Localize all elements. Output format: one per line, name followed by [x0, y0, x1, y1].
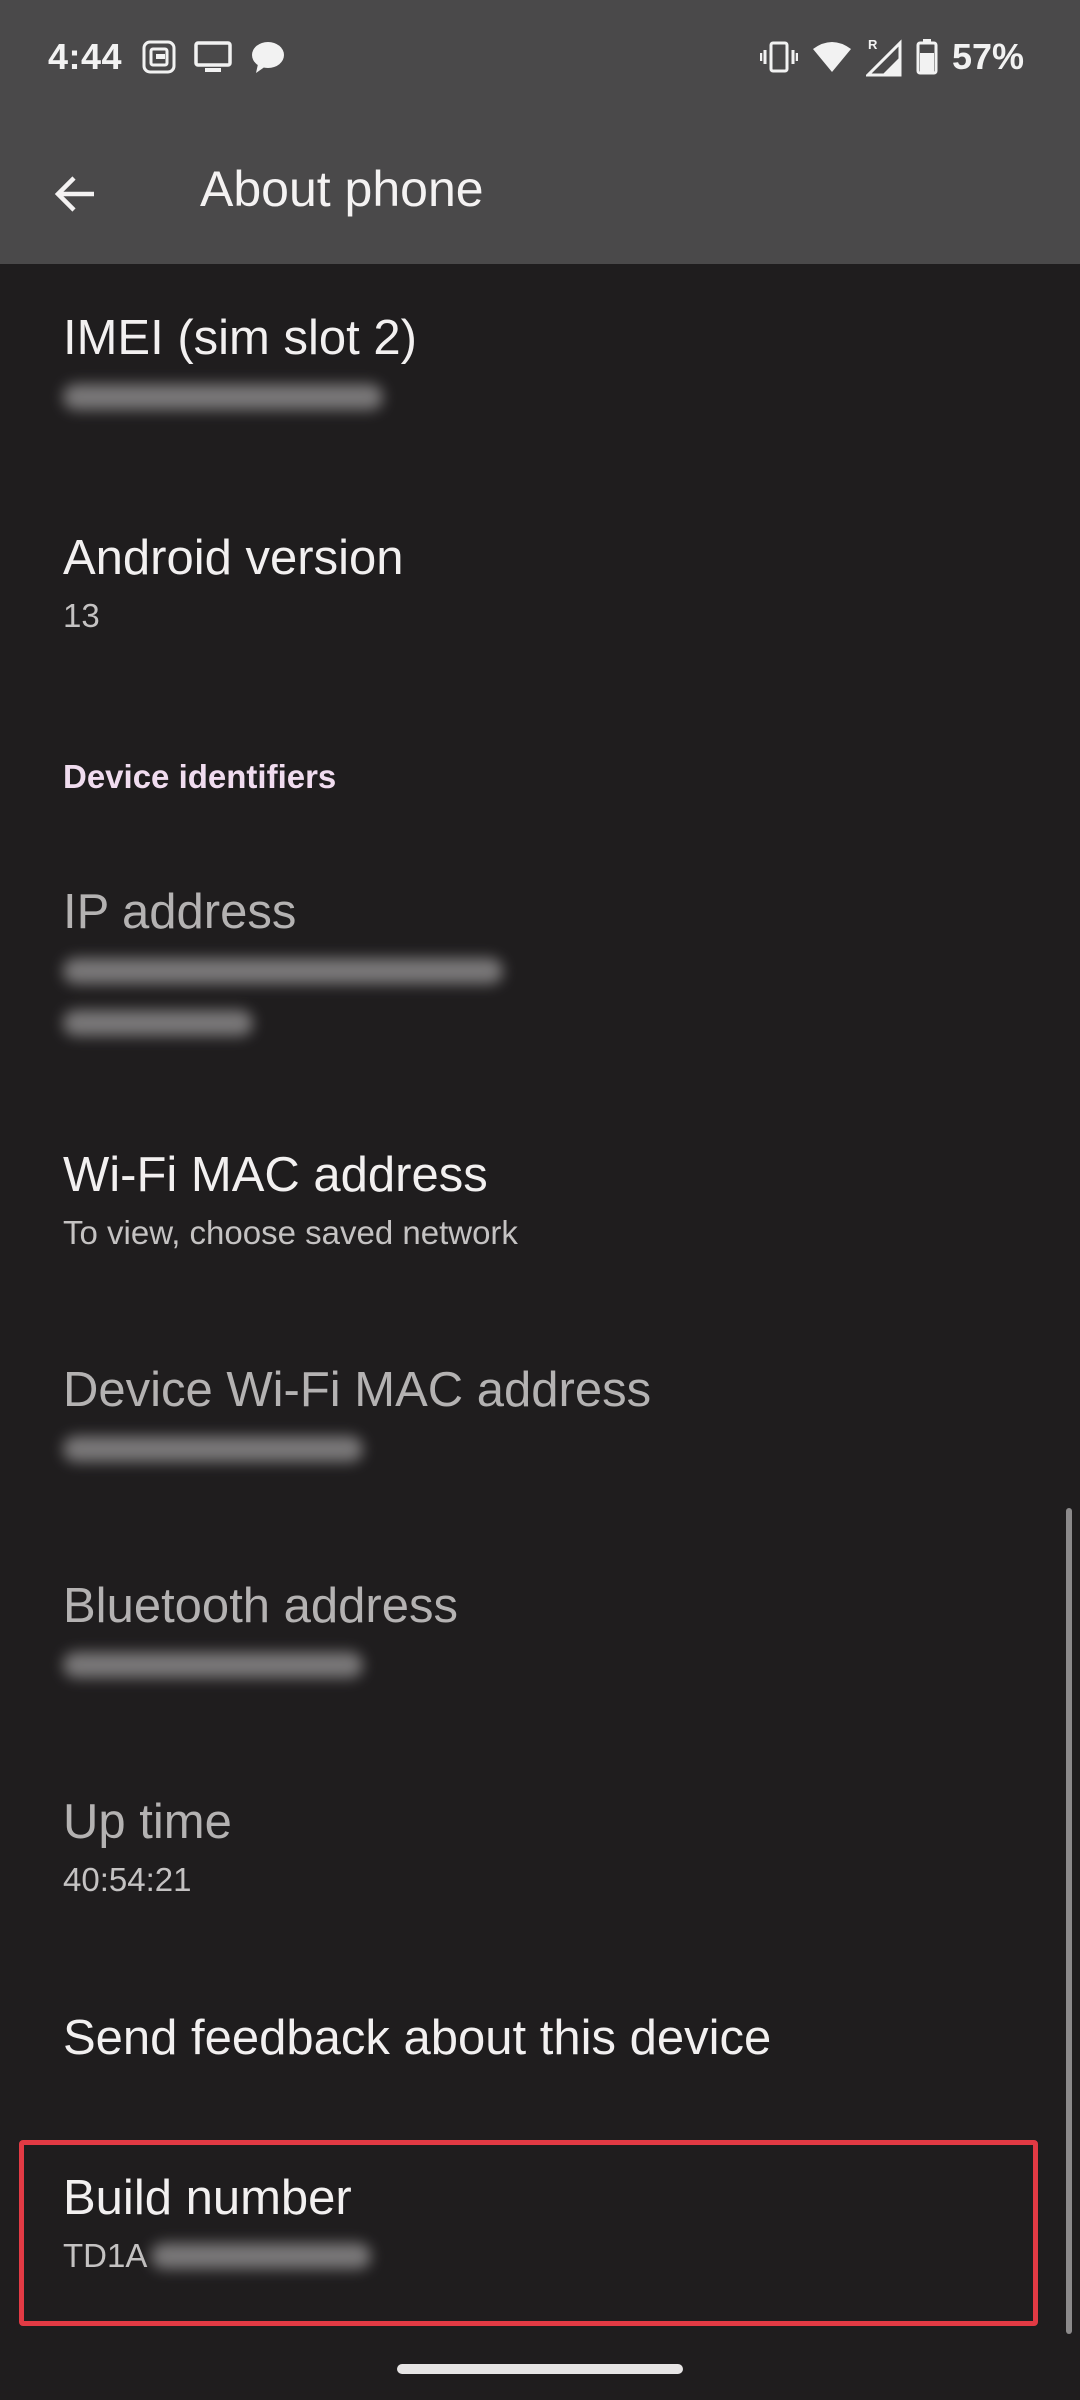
- battery-percentage: 57%: [951, 36, 1024, 77]
- item-title: IP address: [63, 885, 297, 939]
- wifi-icon: [812, 40, 852, 74]
- app-bar: About phone: [0, 120, 1080, 264]
- item-title: Bluetooth address: [63, 1579, 458, 1633]
- home-indicator[interactable]: [397, 2364, 683, 2374]
- svg-text:R: R: [868, 37, 878, 52]
- status-left-icons: [142, 40, 286, 74]
- list-item-device-wifi-mac[interactable]: Device Wi-Fi MAC address: [0, 1360, 1040, 1462]
- redacted-value: [63, 1652, 363, 1678]
- item-subtitle: 40:54:21: [63, 1861, 192, 1898]
- list-item-build-number[interactable]: Build number TD1A: [0, 2168, 1040, 2280]
- signal-roaming-icon: R: [865, 37, 902, 77]
- list-item-wifi-mac[interactable]: Wi-Fi MAC address To view, choose saved …: [0, 1145, 1040, 1257]
- redacted-value: [63, 1436, 363, 1462]
- redacted-value: [63, 1010, 253, 1036]
- redacted-value: [63, 958, 503, 984]
- section-header-device-identifiers: Device identifiers: [63, 758, 337, 795]
- status-right: R 57%: [759, 36, 1024, 78]
- list-item-up-time[interactable]: Up time 40:54:21: [0, 1792, 1040, 1904]
- back-button[interactable]: [36, 156, 112, 232]
- redacted-value: [63, 384, 383, 410]
- item-title: Up time: [63, 1795, 232, 1849]
- redacted-value: [151, 2243, 372, 2269]
- list-item-bluetooth-address[interactable]: Bluetooth address: [0, 1576, 1040, 1678]
- list-item-ip-address[interactable]: IP address: [0, 882, 1040, 1036]
- app-notification-icon: [142, 40, 176, 74]
- page-title: About phone: [200, 161, 484, 217]
- list-item-send-feedback[interactable]: Send feedback about this device: [0, 2008, 1040, 2068]
- list-item-imei-sim-2[interactable]: IMEI (sim slot 2): [0, 308, 1040, 410]
- item-subtitle: TD1A: [63, 2232, 1040, 2280]
- status-time: 4:44: [48, 36, 123, 77]
- item-title: Device Wi-Fi MAC address: [63, 1363, 652, 1417]
- item-title: Android version: [63, 531, 404, 585]
- scrollbar[interactable]: [1066, 1508, 1072, 2334]
- list-item-android-version[interactable]: Android version 13: [0, 528, 1040, 640]
- status-bar: 4:44 R 57%: [0, 0, 1080, 120]
- build-number-prefix: TD1A: [63, 2237, 148, 2274]
- vibrate-icon: [759, 40, 798, 74]
- cast-screen-icon: [194, 40, 232, 74]
- item-title: Send feedback about this device: [63, 2011, 772, 2065]
- item-title: Build number: [63, 2171, 352, 2225]
- arrow-back-icon: [50, 170, 98, 218]
- item-title: IMEI (sim slot 2): [63, 311, 417, 365]
- about-phone-screen: 4:44 R 57% About phone IMEI (sim slot 2)…: [0, 0, 1080, 2400]
- item-subtitle: To view, choose saved network: [63, 1214, 518, 1251]
- battery-icon: [916, 39, 938, 75]
- item-subtitle: 13: [63, 597, 100, 634]
- chat-bubble-icon: [250, 40, 286, 74]
- header: 4:44 R 57% About phone: [0, 0, 1080, 264]
- item-title: Wi-Fi MAC address: [63, 1148, 488, 1202]
